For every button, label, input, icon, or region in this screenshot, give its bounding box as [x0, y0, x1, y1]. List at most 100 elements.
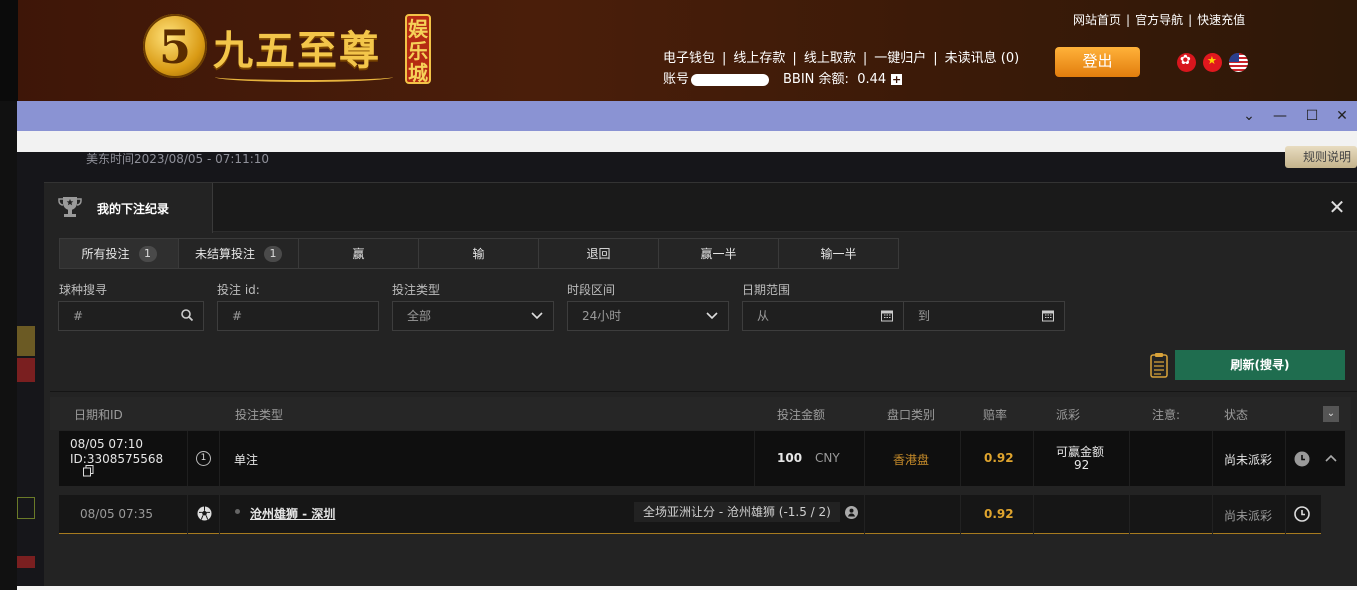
tab-half-win[interactable]: 赢一半 [659, 238, 779, 269]
link-unread-messages[interactable]: 未读讯息 (0) [945, 51, 1020, 66]
col-odds: 赔率 [983, 408, 1008, 422]
us-flag-icon[interactable] [1229, 53, 1248, 72]
cell-divider [1033, 431, 1034, 486]
hk-flag-icon[interactable] [1177, 53, 1196, 72]
window-toolbar [17, 131, 1357, 152]
leg-count-icon: 1 [196, 451, 211, 466]
bet-id-value: 3308575568 [86, 452, 164, 466]
chevron-up-icon[interactable] [1325, 453, 1337, 463]
match-name[interactable]: 沧州雄狮 - 深圳 [250, 505, 335, 522]
chevron-down-icon [706, 302, 718, 340]
cell-divider [754, 431, 755, 486]
cell-divider [219, 431, 220, 486]
cell-divider [187, 431, 188, 486]
logo-coin-icon: 5 [143, 14, 207, 78]
date-from-input[interactable]: 从 [742, 301, 904, 331]
cn-flag-icon[interactable] [1203, 53, 1222, 72]
leg-odds: 0.92 [984, 507, 1014, 521]
leg-status: 尚未派彩 [1224, 509, 1273, 523]
date-to-input[interactable]: 到 [903, 301, 1065, 331]
cell-divider [960, 495, 961, 534]
time-range-select[interactable]: 24小时 [567, 301, 729, 331]
tab-label: 未结算投注 [194, 247, 255, 261]
search-icon[interactable] [181, 302, 194, 340]
collapse-all-icon[interactable]: ⌄ [1323, 406, 1339, 422]
clock-icon [1294, 506, 1310, 522]
wallet-links: 电子钱包 | 线上存款 | 线上取款 | 一键归户 | 未读讯息 (0) [663, 51, 1020, 66]
cell-divider [1129, 431, 1130, 486]
top-links: 网站首页 | 官方导航 | 快速充值 [1073, 13, 1246, 27]
rules-button[interactable]: 规则说明 [1285, 146, 1357, 168]
bet-id-input[interactable]: # [217, 301, 379, 331]
account-label: 账号 [663, 72, 690, 87]
window-close-icon[interactable]: ✕ [1334, 108, 1350, 124]
date-from-placeholder: 从 [757, 309, 770, 323]
time-range-value: 24小时 [582, 309, 622, 323]
bullet-dot [235, 509, 240, 514]
top-link-home[interactable]: 网站首页 [1073, 13, 1121, 27]
bet-leg-row[interactable]: 08/05 07:35 沧州雄狮 - 深圳 全场亚洲让分 - 沧州雄狮 (-1.… [59, 495, 1321, 534]
table-row[interactable]: 08/05 07:10 ID:3308575568 1 单注 100 CNY 香… [59, 431, 1345, 486]
logout-button[interactable]: 登出 [1055, 47, 1140, 77]
col-status: 状态 [1224, 408, 1249, 422]
col-note: 注意: [1152, 408, 1181, 422]
clipboard-icon[interactable] [1150, 352, 1168, 378]
tab-lose[interactable]: 输 [419, 238, 539, 269]
minimize-icon[interactable]: — [1272, 108, 1288, 124]
bet-type-value: 单注 [234, 453, 259, 467]
link-deposit[interactable]: 线上存款 [733, 51, 785, 66]
tab-count-badge: 1 [264, 245, 282, 262]
modal-header: 我的下注纪录 ✕ [44, 183, 1357, 233]
refresh-search-button[interactable]: 刷新(搜寻) [1175, 350, 1345, 380]
cell-divider [219, 495, 220, 534]
payout-value: 92 [1074, 458, 1090, 472]
link-one-click-transfer[interactable]: 一键归户 [874, 51, 926, 66]
market-label: 全场亚洲让分 - 沧州雄狮 (-1.5 / 2) [634, 502, 840, 522]
copy-icon[interactable] [83, 465, 94, 477]
balance-label: BBIN 余额: [783, 72, 849, 87]
balance-value: 0.44 [857, 72, 887, 87]
link-e-wallet[interactable]: 电子钱包 [663, 51, 715, 66]
bet-odds: 0.92 [984, 451, 1014, 465]
info-person-icon[interactable] [845, 506, 858, 519]
maximize-icon[interactable]: ☐ [1304, 108, 1320, 124]
modal-tab: 我的下注纪录 [44, 183, 213, 233]
window-title-bar [17, 101, 1357, 131]
top-link-recharge[interactable]: 快速充值 [1197, 13, 1245, 27]
cell-divider [1285, 431, 1286, 486]
bet-type-label: 投注类型 [392, 283, 441, 297]
tab-refund[interactable]: 退回 [539, 238, 659, 269]
cell-divider [864, 431, 865, 486]
chevron-down-icon[interactable]: ⌄ [1241, 108, 1257, 124]
top-link-nav[interactable]: 官方导航 [1135, 13, 1183, 27]
bet-type-select[interactable]: 全部 [392, 301, 554, 331]
tab-half-lose[interactable]: 输一半 [779, 238, 899, 269]
calendar-icon[interactable] [881, 302, 893, 340]
link-withdraw[interactable]: 线上取款 [804, 51, 856, 66]
logo-swirl [215, 72, 393, 82]
filter-tabs: 所有投注 1 未结算投注 1 赢 输 退回 赢一半 输一半 [59, 238, 899, 269]
tab-unsettled[interactable]: 未结算投注 1 [179, 238, 299, 269]
calendar-icon[interactable] [1042, 302, 1054, 340]
cell-divider [960, 431, 961, 486]
col-date-id: 日期和ID [74, 408, 123, 422]
site-logo[interactable]: 5 九五至尊 娱乐城 [143, 12, 433, 88]
clock-icon [1294, 451, 1310, 467]
bg-side-block [17, 326, 35, 356]
sport-search-input[interactable]: # [58, 301, 204, 331]
sport-search-value: # [73, 309, 84, 323]
account-redacted [691, 73, 770, 86]
bet-status: 尚未派彩 [1224, 453, 1273, 467]
col-payout: 派彩 [1056, 408, 1081, 422]
tab-all-bets[interactable]: 所有投注 1 [59, 238, 179, 269]
tab-win[interactable]: 赢 [299, 238, 419, 269]
soccer-ball-icon [197, 506, 212, 521]
bet-type-value: 全部 [407, 309, 432, 323]
tab-label: 所有投注 [81, 247, 130, 261]
logo-brand-text: 九五至尊 [213, 27, 381, 74]
add-balance-icon[interactable]: + [891, 74, 903, 85]
close-icon[interactable]: ✕ [1327, 197, 1347, 217]
cell-divider [1129, 495, 1130, 534]
sport-search-label: 球种搜寻 [59, 283, 108, 297]
cell-divider [1212, 495, 1213, 534]
